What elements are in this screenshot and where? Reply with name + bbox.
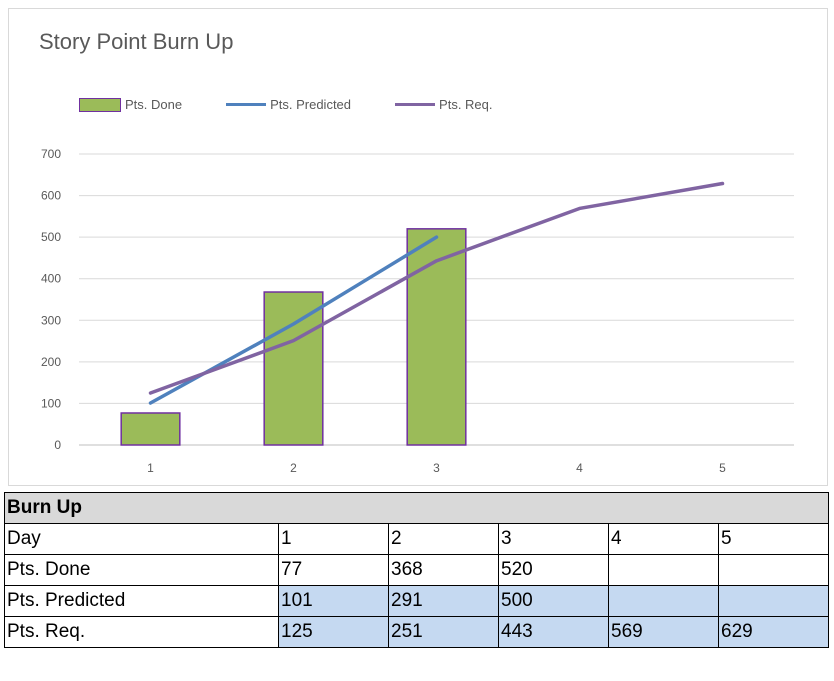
table-cell[interactable]: 3 <box>498 523 609 555</box>
table-cell[interactable] <box>718 554 829 586</box>
row-label[interactable]: Pts. Predicted <box>4 585 279 617</box>
table-row-pts-done: Pts. Done 77 368 520 <box>4 554 829 586</box>
x-tick-label: 5 <box>719 461 726 475</box>
y-tick-label: 100 <box>41 396 61 410</box>
row-label[interactable]: Day <box>4 523 279 555</box>
table-cell[interactable] <box>718 585 829 617</box>
table-cell[interactable]: 4 <box>608 523 719 555</box>
x-tick-label: 4 <box>576 461 583 475</box>
table-cell[interactable]: 2 <box>388 523 499 555</box>
table-cell[interactable]: 500 <box>498 585 609 617</box>
table-row-pts-req: Pts. Req. 125 251 443 569 629 <box>4 616 829 648</box>
table-cell[interactable] <box>608 554 719 586</box>
table-title: Burn Up <box>4 492 829 524</box>
table-cell[interactable]: 629 <box>718 616 829 648</box>
x-tick-label: 1 <box>147 461 154 475</box>
table-row-pts-predicted: Pts. Predicted 101 291 500 <box>4 585 829 617</box>
table-cell[interactable]: 101 <box>278 585 389 617</box>
table-cell[interactable]: 251 <box>388 616 499 648</box>
table-cell[interactable]: 5 <box>718 523 829 555</box>
table-cell[interactable]: 569 <box>608 616 719 648</box>
table-row-day: Day 1 2 3 4 5 <box>4 523 829 555</box>
bar <box>263 291 324 446</box>
bar <box>120 412 181 446</box>
y-tick-label: 700 <box>41 147 61 161</box>
y-tick-label: 200 <box>41 355 61 369</box>
y-tick-label: 600 <box>41 189 61 203</box>
chart-area[interactable]: Story Point Burn Up Pts. Done Pts. Predi… <box>8 8 828 486</box>
table-cell[interactable]: 368 <box>388 554 499 586</box>
y-tick-label: 400 <box>41 272 61 286</box>
row-label[interactable]: Pts. Req. <box>4 616 279 648</box>
y-tick-label: 300 <box>41 313 61 327</box>
x-tick-label: 3 <box>433 461 440 475</box>
plot-area: 0 100 200 300 400 500 600 700 1 2 3 4 5 <box>41 147 794 475</box>
table-cell[interactable]: 520 <box>498 554 609 586</box>
y-tick-label: 0 <box>54 438 61 452</box>
row-label[interactable]: Pts. Done <box>4 554 279 586</box>
table-cell[interactable]: 77 <box>278 554 389 586</box>
burn-up-table: Burn Up Day 1 2 3 4 5 Pts. Done 77 368 5… <box>4 492 829 648</box>
x-tick-label: 2 <box>290 461 297 475</box>
table-cell[interactable] <box>608 585 719 617</box>
table-cell[interactable]: 443 <box>498 616 609 648</box>
table-cell[interactable]: 1 <box>278 523 389 555</box>
table-cell[interactable]: 291 <box>388 585 499 617</box>
y-tick-label: 500 <box>41 230 61 244</box>
table-cell[interactable]: 125 <box>278 616 389 648</box>
